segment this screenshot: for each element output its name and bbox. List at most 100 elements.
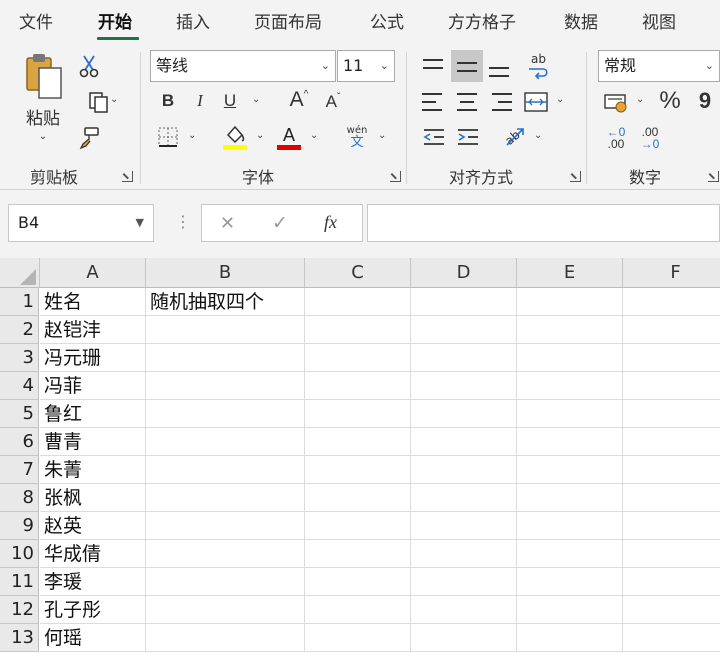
cell-e1[interactable] <box>517 288 623 316</box>
cell-e7[interactable] <box>517 456 623 484</box>
decrease-font-button[interactable]: Aˇ <box>320 88 346 116</box>
row-header[interactable]: 12 <box>0 596 39 624</box>
underline-button[interactable]: U <box>218 88 242 114</box>
cell-e10[interactable] <box>517 540 623 568</box>
more-options-icon[interactable]: ⋮ <box>175 212 191 231</box>
clipboard-launcher-icon[interactable] <box>122 171 133 182</box>
row-header[interactable]: 13 <box>0 624 39 652</box>
accounting-format-button[interactable] <box>602 90 632 116</box>
orientation-dropdown-icon[interactable]: ⌄ <box>534 130 542 141</box>
cell-f9[interactable] <box>623 512 720 540</box>
row-header[interactable]: 3 <box>0 344 39 372</box>
fill-color-button[interactable] <box>222 122 248 152</box>
cell-d9[interactable] <box>411 512 517 540</box>
font-launcher-icon[interactable] <box>390 171 401 182</box>
column-header-b[interactable]: B <box>146 258 305 288</box>
copy-dropdown-icon[interactable]: ⌄ <box>110 94 118 105</box>
font-size-select[interactable]: 11 ⌄ <box>337 50 395 82</box>
paste-dropdown-icon[interactable]: ⌄ <box>39 131 47 142</box>
cell-e13[interactable] <box>517 624 623 652</box>
cell-c10[interactable] <box>305 540 411 568</box>
cell-d5[interactable] <box>411 400 517 428</box>
row-header[interactable]: 1 <box>0 288 39 316</box>
cell-c5[interactable] <box>305 400 411 428</box>
format-painter-button[interactable] <box>76 124 102 152</box>
cell-d13[interactable] <box>411 624 517 652</box>
cell-f12[interactable] <box>623 596 720 624</box>
column-header-d[interactable]: D <box>411 258 517 288</box>
cell-d8[interactable] <box>411 484 517 512</box>
cell-e2[interactable] <box>517 316 623 344</box>
cell-a11[interactable]: 李瑗 <box>40 568 146 596</box>
cell-f6[interactable] <box>623 428 720 456</box>
cell-f5[interactable] <box>623 400 720 428</box>
tab-file[interactable]: 文件 <box>19 8 53 33</box>
cell-c11[interactable] <box>305 568 411 596</box>
enter-icon[interactable]: ✓ <box>272 212 288 234</box>
cell-e9[interactable] <box>517 512 623 540</box>
align-top-button[interactable] <box>420 54 446 80</box>
column-header-f[interactable]: F <box>623 258 720 288</box>
cell-a2[interactable]: 赵铠沣 <box>40 316 146 344</box>
cell-c7[interactable] <box>305 456 411 484</box>
cell-a12[interactable]: 孔子彤 <box>40 596 146 624</box>
cell-e4[interactable] <box>517 372 623 400</box>
cell-a5[interactable]: 鲁红 <box>40 400 146 428</box>
cell-b7[interactable] <box>146 456 305 484</box>
cell-a9[interactable]: 赵英 <box>40 512 146 540</box>
cell-b10[interactable] <box>146 540 305 568</box>
cell-c12[interactable] <box>305 596 411 624</box>
increase-indent-button[interactable] <box>454 124 482 150</box>
cell-b6[interactable] <box>146 428 305 456</box>
merge-dropdown-icon[interactable]: ⌄ <box>556 94 564 105</box>
cell-b9[interactable] <box>146 512 305 540</box>
tab-insert[interactable]: 插入 <box>176 8 210 33</box>
cell-f13[interactable] <box>623 624 720 652</box>
cell-a4[interactable]: 冯菲 <box>40 372 146 400</box>
cell-a10[interactable]: 华成倩 <box>40 540 146 568</box>
row-header[interactable]: 9 <box>0 512 39 540</box>
cell-b4[interactable] <box>146 372 305 400</box>
cell-c1[interactable] <box>305 288 411 316</box>
insert-function-icon[interactable]: fx <box>324 212 337 233</box>
phonetic-dropdown-icon[interactable]: ⌄ <box>378 130 386 141</box>
copy-button[interactable]: ⌄ <box>76 88 122 116</box>
cell-d11[interactable] <box>411 568 517 596</box>
row-header[interactable]: 10 <box>0 540 39 568</box>
tab-page-layout[interactable]: 页面布局 <box>254 8 322 33</box>
formula-input[interactable] <box>367 204 720 242</box>
cell-a1[interactable]: 姓名 <box>40 288 146 316</box>
row-header[interactable]: 4 <box>0 372 39 400</box>
cell-d10[interactable] <box>411 540 517 568</box>
cell-c6[interactable] <box>305 428 411 456</box>
decrease-decimal-button[interactable]: .00 →0 <box>636 124 664 152</box>
fill-color-dropdown-icon[interactable]: ⌄ <box>256 130 264 141</box>
row-header[interactable]: 6 <box>0 428 39 456</box>
cell-b2[interactable] <box>146 316 305 344</box>
cell-d7[interactable] <box>411 456 517 484</box>
cell-c2[interactable] <box>305 316 411 344</box>
number-launcher-icon[interactable] <box>708 171 719 182</box>
cell-c8[interactable] <box>305 484 411 512</box>
cell-a6[interactable]: 曹青 <box>40 428 146 456</box>
name-box[interactable]: B4 ▼ <box>8 204 154 242</box>
increase-decimal-button[interactable]: ←0 .00 <box>602 124 630 152</box>
cell-b11[interactable] <box>146 568 305 596</box>
paste-button[interactable]: 粘贴 ⌄ <box>18 52 68 142</box>
cell-d12[interactable] <box>411 596 517 624</box>
column-header-a[interactable]: A <box>40 258 146 288</box>
italic-button[interactable]: I <box>188 88 212 114</box>
cell-f7[interactable] <box>623 456 720 484</box>
cell-d6[interactable] <box>411 428 517 456</box>
align-right-button[interactable] <box>488 90 514 114</box>
borders-dropdown-icon[interactable]: ⌄ <box>188 130 196 141</box>
cell-e11[interactable] <box>517 568 623 596</box>
cell-c13[interactable] <box>305 624 411 652</box>
cell-f11[interactable] <box>623 568 720 596</box>
align-center-button[interactable] <box>454 90 480 114</box>
tab-formulas[interactable]: 公式 <box>370 8 404 33</box>
tab-data[interactable]: 数据 <box>564 8 598 33</box>
row-header[interactable]: 2 <box>0 316 39 344</box>
cell-e5[interactable] <box>517 400 623 428</box>
row-header[interactable]: 7 <box>0 456 39 484</box>
